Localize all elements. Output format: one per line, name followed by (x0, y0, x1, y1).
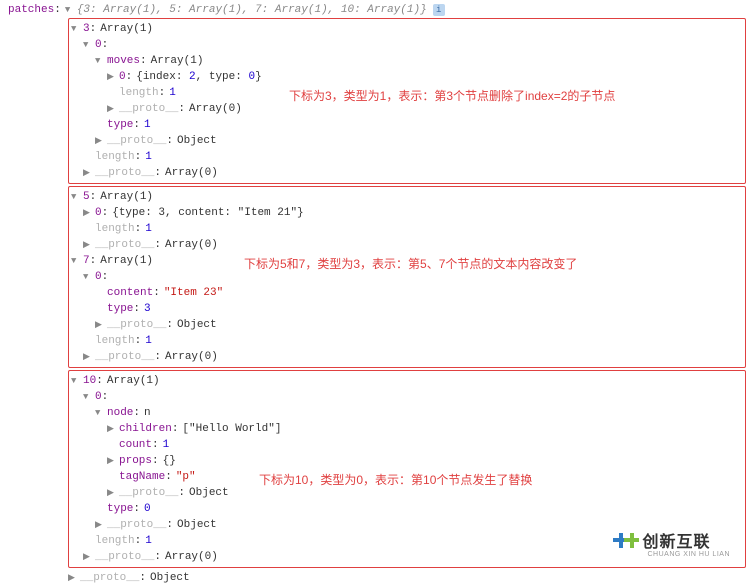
type-row[interactable]: type: 1 (71, 117, 743, 133)
chevron-down-icon[interactable]: ▼ (71, 373, 81, 389)
p7-content[interactable]: content: "Item 23" (71, 285, 743, 301)
chevron-right-icon[interactable]: ▶ (83, 205, 93, 221)
item-0[interactable]: ▼ 0: (71, 37, 743, 53)
chevron-down-icon[interactable]: ▼ (71, 21, 81, 37)
chevron-down-icon[interactable]: ▼ (71, 253, 81, 269)
chevron-right-icon[interactable]: ▶ (83, 165, 93, 181)
chevron-down-icon[interactable]: ▼ (95, 53, 105, 69)
p7-type[interactable]: type: 3 (71, 301, 743, 317)
annotation-3: 下标为10，类型为0，表示：第10个节点发生了替换 (259, 471, 532, 488)
chevron-down-icon[interactable]: ▼ (65, 5, 75, 15)
chevron-right-icon[interactable]: ▶ (95, 317, 105, 333)
length-row[interactable]: length: 1 (71, 149, 743, 165)
p7-proto-obj[interactable]: ▶ __proto__: Object (71, 317, 743, 333)
chevron-down-icon[interactable]: ▼ (83, 37, 93, 53)
chevron-down-icon[interactable]: ▼ (83, 389, 93, 405)
chevron-down-icon[interactable]: ▼ (71, 189, 81, 205)
annotation-2: 下标为5和7，类型为3，表示：第5、7个节点的文本内容改变了 (244, 255, 577, 272)
children-row[interactable]: ▶ children: ["Hello World"] (71, 421, 743, 437)
chevron-down-icon[interactable]: ▼ (95, 405, 105, 421)
chevron-right-icon[interactable]: ▶ (107, 69, 117, 85)
moves-item-0[interactable]: ▶ 0: {index: 2, type: 0} (71, 69, 743, 85)
patch-3-box: ▼ 3: Array(1) ▼ 0: ▼ moves: Array(1) ▶ 0… (68, 18, 746, 184)
chevron-right-icon[interactable]: ▶ (95, 133, 105, 149)
p5-proto[interactable]: ▶ __proto__: Array(0) (71, 237, 743, 253)
watermark-logo: 创新互联 CHUANG XIN HU LIAN (613, 528, 730, 558)
label: patches: (8, 4, 65, 16)
chevron-right-icon[interactable]: ▶ (107, 101, 117, 117)
moves-array[interactable]: ▼ moves: Array(1) (71, 53, 743, 69)
chevron-right-icon[interactable]: ▶ (68, 570, 78, 586)
root-summary[interactable]: patches: ▼ {3: Array(1), 5: Array(1), 7:… (4, 4, 746, 16)
patch-10-header[interactable]: ▼ 10: Array(1) (71, 373, 743, 389)
p5-item-0[interactable]: ▶ 0: {type: 3, content: "Item 21"} (71, 205, 743, 221)
p10-type[interactable]: type: 0 (71, 501, 743, 517)
p10-item-0[interactable]: ▼ 0: (71, 389, 743, 405)
chevron-right-icon[interactable]: ▶ (107, 485, 117, 501)
proto-array[interactable]: ▶ __proto__: Array(0) (71, 165, 743, 181)
annotation-1: 下标为3，类型为1，表示：第3个节点删除了index=2的子节点 (289, 87, 615, 104)
chevron-down-icon[interactable]: ▼ (83, 269, 93, 285)
tree-root: ▼ 3: Array(1) ▼ 0: ▼ moves: Array(1) ▶ 0… (68, 18, 746, 586)
props-row[interactable]: ▶ props: {} (71, 453, 743, 469)
chevron-right-icon[interactable]: ▶ (107, 453, 117, 469)
chevron-right-icon[interactable]: ▶ (83, 237, 93, 253)
chevron-right-icon[interactable]: ▶ (83, 549, 93, 565)
proto-object[interactable]: ▶ __proto__: Object (71, 133, 743, 149)
chevron-right-icon[interactable]: ▶ (95, 517, 105, 533)
info-icon[interactable]: i (433, 4, 445, 16)
patch-5-7-box: ▼ 5: Array(1) ▶ 0: {type: 3, content: "I… (68, 186, 746, 368)
node-row[interactable]: ▼ node: n (71, 405, 743, 421)
root-preview: {3: Array(1), 5: Array(1), 7: Array(1), … (77, 4, 427, 16)
chevron-right-icon[interactable]: ▶ (107, 421, 117, 437)
count-row[interactable]: count: 1 (71, 437, 743, 453)
cross-icon (624, 533, 639, 548)
patch-3-header[interactable]: ▼ 3: Array(1) (71, 21, 743, 37)
p7-length[interactable]: length: 1 (71, 333, 743, 349)
root-proto[interactable]: ▶ __proto__: Object (68, 570, 746, 586)
p5-length[interactable]: length: 1 (71, 221, 743, 237)
patch-5-header[interactable]: ▼ 5: Array(1) (71, 189, 743, 205)
chevron-right-icon[interactable]: ▶ (83, 349, 93, 365)
p7-proto[interactable]: ▶ __proto__: Array(0) (71, 349, 743, 365)
